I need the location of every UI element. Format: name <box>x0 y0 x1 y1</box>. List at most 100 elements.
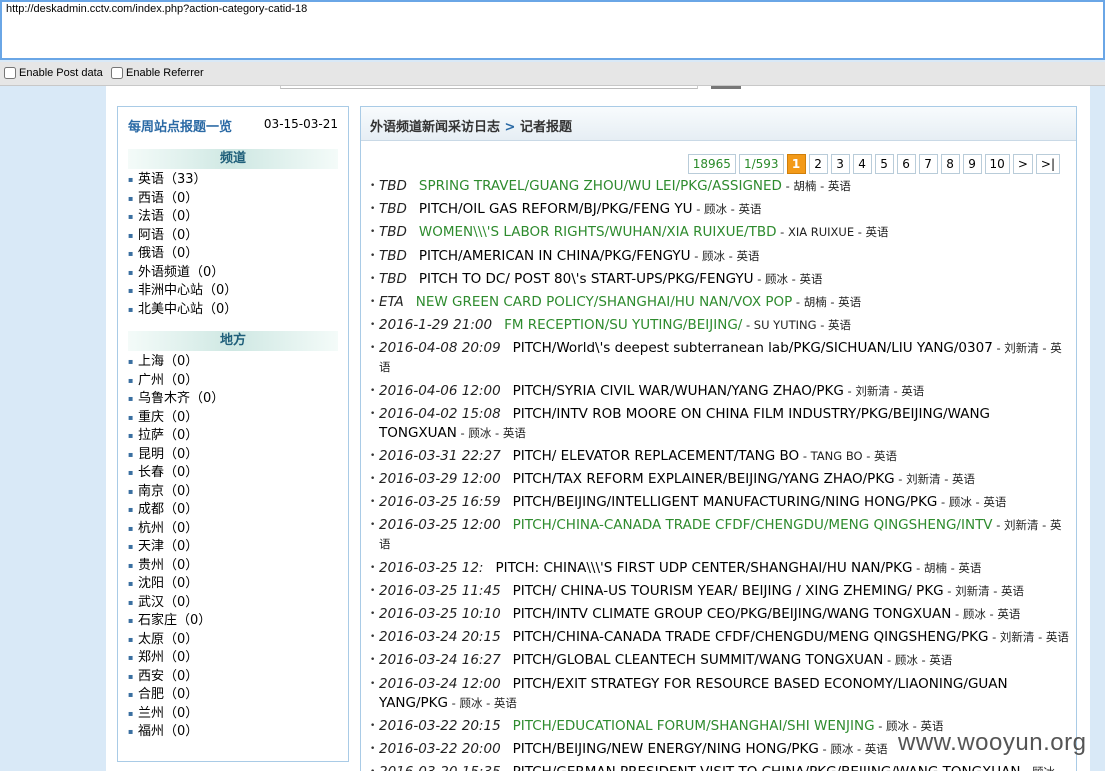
news-title-link[interactable]: PITCH/AMERICAN IN CHINA/PKG/FENGYU <box>419 248 691 264</box>
pager-page-link[interactable]: 5 <box>874 154 894 174</box>
news-title-link[interactable]: PITCH/World\'s deepest subterranean lab/… <box>513 340 993 356</box>
sidebar-link[interactable]: ▪ 法语（0） <box>128 208 237 227</box>
sidebar-link-label: 英语（33） <box>138 172 207 187</box>
news-item: ETA NEW GREEN CARD POLICY/SHANGHAI/HU NAN… <box>369 293 1069 312</box>
sidebar-link[interactable]: ▪ 兰州（0） <box>128 705 224 724</box>
bullet-icon: ▪ <box>128 653 134 662</box>
news-item: TBD WOMEN\\\'S LABOR RIGHTS/WUHAN/XIA RUI… <box>369 223 1069 242</box>
pager-page-link[interactable]: 4 <box>852 154 872 174</box>
sidebar-link[interactable]: ▪ 长春（0） <box>128 464 224 483</box>
news-author: - 刘新清 - 英语 <box>943 583 1025 598</box>
news-item: 2016-03-29 12:00 PITCH/TAX REFORM EXPLAIN… <box>369 470 1069 489</box>
sidebar-link[interactable]: ▪ 南京（0） <box>128 483 224 502</box>
news-title-link[interactable]: PITCH/GLOBAL CLEANTECH SUMMIT/WANG TONGX… <box>513 652 884 668</box>
news-author: - 顾冰 - 英语 <box>951 607 1021 621</box>
sidebar-link[interactable]: ▪ 阿语（0） <box>128 227 237 246</box>
sidebar-link[interactable]: ▪ 沈阳（0） <box>128 575 224 594</box>
sidebar-link[interactable]: ▪ 非洲中心站（0） <box>128 282 237 301</box>
bullet-icon: ▪ <box>128 690 134 699</box>
sidebar-link[interactable]: ▪ 福州（0） <box>128 723 224 742</box>
sidebar-link[interactable]: ▪ 重庆（0） <box>128 409 224 428</box>
sidebar-link[interactable]: ▪ 天津（0） <box>128 538 224 557</box>
sidebar-link[interactable]: ▪ 外语频道（0） <box>128 264 237 283</box>
channel-list: ▪ 英语（33） ▪ 西语（0） ▪ 法语（0） ▪ 阿语（0） ▪ 俄语（0） ▪ 外语频道（0） ▪… <box>128 171 237 319</box>
news-time: 2016-03-25 16:59 <box>379 494 501 511</box>
sidebar-link[interactable]: ▪ 俄语（0） <box>128 245 237 264</box>
pager-page-link[interactable]: 8 <box>940 154 960 174</box>
sidebar-link-label: 西语（0） <box>138 190 199 206</box>
sidebar-link[interactable]: ▪ 北美中心站（0） <box>128 301 237 320</box>
bullet-icon: ▪ <box>128 193 134 203</box>
bullet-icon: ▪ <box>128 671 134 681</box>
top-search-strip <box>280 86 698 89</box>
news-time: 2016-04-02 15:08 <box>379 405 501 422</box>
breadcrumb-channel[interactable]: 外语频道新闻采访日志 <box>370 120 500 135</box>
sidebar-link[interactable]: ▪ 合肥（0） <box>128 686 224 705</box>
news-title-link[interactable]: PITCH/EDUCATIONAL FORUM/SHANGHAI/SHI WEN… <box>513 718 875 734</box>
news-list: TBD SPRING TRAVEL/GUANG ZHOU/WU LEI/PKG/A… <box>369 177 1069 771</box>
top-search-button[interactable] <box>711 86 741 89</box>
sidebar-link[interactable]: ▪ 石家庄（0） <box>128 612 224 631</box>
sidebar-link[interactable]: ▪ 西安（0） <box>128 668 224 687</box>
news-title-link[interactable]: PITCH/BEIJING/INTELLIGENT MANUFACTURING/… <box>513 494 938 510</box>
pager-current[interactable]: 1 <box>786 154 806 174</box>
news-title-link[interactable]: PITCH/SYRIA CIVIL WAR/WUHAN/YANG ZHAO/PK… <box>513 383 844 399</box>
sidebar-link-label: 法语（0） <box>138 209 199 224</box>
pager-page-link[interactable]: 10 <box>984 154 1010 174</box>
sidebar-link[interactable]: ▪ 西语（0） <box>128 190 237 209</box>
sidebar-link[interactable]: ▪ 贵州（0） <box>128 557 224 576</box>
sidebar-link-label: 阿语（0） <box>138 227 199 243</box>
sidebar-link-label: 杭州（0） <box>138 520 199 536</box>
news-item: 2016-04-02 15:08PITCH/INTV ROB MOORE ON … <box>369 405 1069 443</box>
news-title-link[interactable]: PITCH TO DC/ POST 80\'s START-UPS/PKG/FE… <box>419 271 754 287</box>
pager-page-link[interactable]: 6 <box>896 154 916 174</box>
sidebar-link[interactable]: ▪ 广州（0） <box>128 372 224 391</box>
pager-next-button[interactable]: > <box>1012 154 1033 174</box>
enable-post-data-checkbox[interactable] <box>4 67 16 79</box>
pager-page-link[interactable]: 3 <box>830 154 850 174</box>
news-title-link[interactable]: WOMEN\\\'S LABOR RIGHTS/WUHAN/XIA RUIXUE… <box>419 224 777 240</box>
sidebar-link[interactable]: ▪ 成都（0） <box>128 501 224 520</box>
sidebar-link[interactable]: ▪ 英语（33） <box>128 171 237 190</box>
url-input[interactable] <box>2 2 1103 58</box>
sidebar-link[interactable]: ▪ 上海（0） <box>128 353 224 372</box>
pager-page-link[interactable]: 2 <box>808 154 828 174</box>
sidebar-link[interactable]: ▪ 太原（0） <box>128 631 224 650</box>
news-time: 2016-03-31 22:27 <box>379 447 501 464</box>
sidebar-link-label: 福州（0） <box>138 724 199 739</box>
bullet-icon: ▪ <box>128 304 134 314</box>
sidebar-link-label: 长春（0） <box>138 465 199 480</box>
news-title-link[interactable]: PITCH/BEIJING/NEW ENERGY/NING HONG/PKG <box>513 741 819 757</box>
enable-post-data-option[interactable]: Enable Post data <box>4 67 103 79</box>
news-title-link[interactable]: PITCH/CHINA-CANADA TRADE CFDF/CHENGDU/ME… <box>513 629 989 645</box>
news-author: - 顾冰 - 英语 <box>818 741 888 756</box>
news-title-link[interactable]: PITCH/INTV CLIMATE GROUP CEO/PKG/BEIJING… <box>513 606 952 622</box>
url-bar[interactable] <box>0 0 1105 60</box>
sidebar-link[interactable]: ▪ 拉萨（0） <box>128 427 224 446</box>
news-title-link[interactable]: PITCH/TAX REFORM EXPLAINER/BEIJING/YANG … <box>513 471 895 487</box>
news-title-link[interactable]: SPRING TRAVEL/GUANG ZHOU/WU LEI/PKG/ASSI… <box>419 178 782 194</box>
sidebar-link[interactable]: ▪ 武汉（0） <box>128 594 224 613</box>
news-title-link[interactable]: FM RECEPTION/SU YUTING/BEIJING/ <box>504 317 742 333</box>
news-title-link[interactable]: PITCH/ ELEVATOR REPLACEMENT/TANG BO <box>513 448 800 464</box>
enable-referrer-checkbox[interactable] <box>111 67 123 79</box>
news-title-link[interactable]: NEW GREEN CARD POLICY/SHANGHAI/HU NAN/VO… <box>416 294 792 310</box>
news-item: TBD PITCH/OIL GAS REFORM/BJ/PKG/FENG YU -… <box>369 200 1069 219</box>
news-author: - 顾冰 - 英语 <box>753 271 823 286</box>
sidebar-link[interactable]: ▪ 杭州（0） <box>128 520 224 539</box>
pager-page-link[interactable]: 9 <box>962 154 982 174</box>
news-title-link[interactable]: PITCH/GERMAN PRESIDENT VISIT TO CHINA/PK… <box>513 764 1021 771</box>
sidebar-link-label: 武汉（0） <box>138 594 199 610</box>
sidebar-link[interactable]: ▪ 乌鲁木齐（0） <box>128 390 224 409</box>
bullet-icon: ▪ <box>128 212 134 221</box>
pager-page-link[interactable]: 7 <box>918 154 938 174</box>
news-title-link[interactable]: PITCH: CHINA\\\'S FIRST UDP CENTER/SHANG… <box>495 560 912 576</box>
enable-referrer-option[interactable]: Enable Referrer <box>111 67 204 79</box>
sidebar-title[interactable]: 每周站点报题一览 <box>128 116 232 135</box>
pager-last-button[interactable]: >| <box>1035 154 1060 174</box>
sidebar-link[interactable]: ▪ 郑州（0） <box>128 649 224 668</box>
news-title-link[interactable]: PITCH/CHINA-CANADA TRADE CFDF/CHENGDU/ME… <box>513 517 993 533</box>
news-title-link[interactable]: PITCH/ CHINA-US TOURISM YEAR/ BEIJING / … <box>513 583 944 599</box>
news-title-link[interactable]: PITCH/OIL GAS REFORM/BJ/PKG/FENG YU <box>419 201 693 217</box>
sidebar-link[interactable]: ▪ 昆明（0） <box>128 446 224 465</box>
